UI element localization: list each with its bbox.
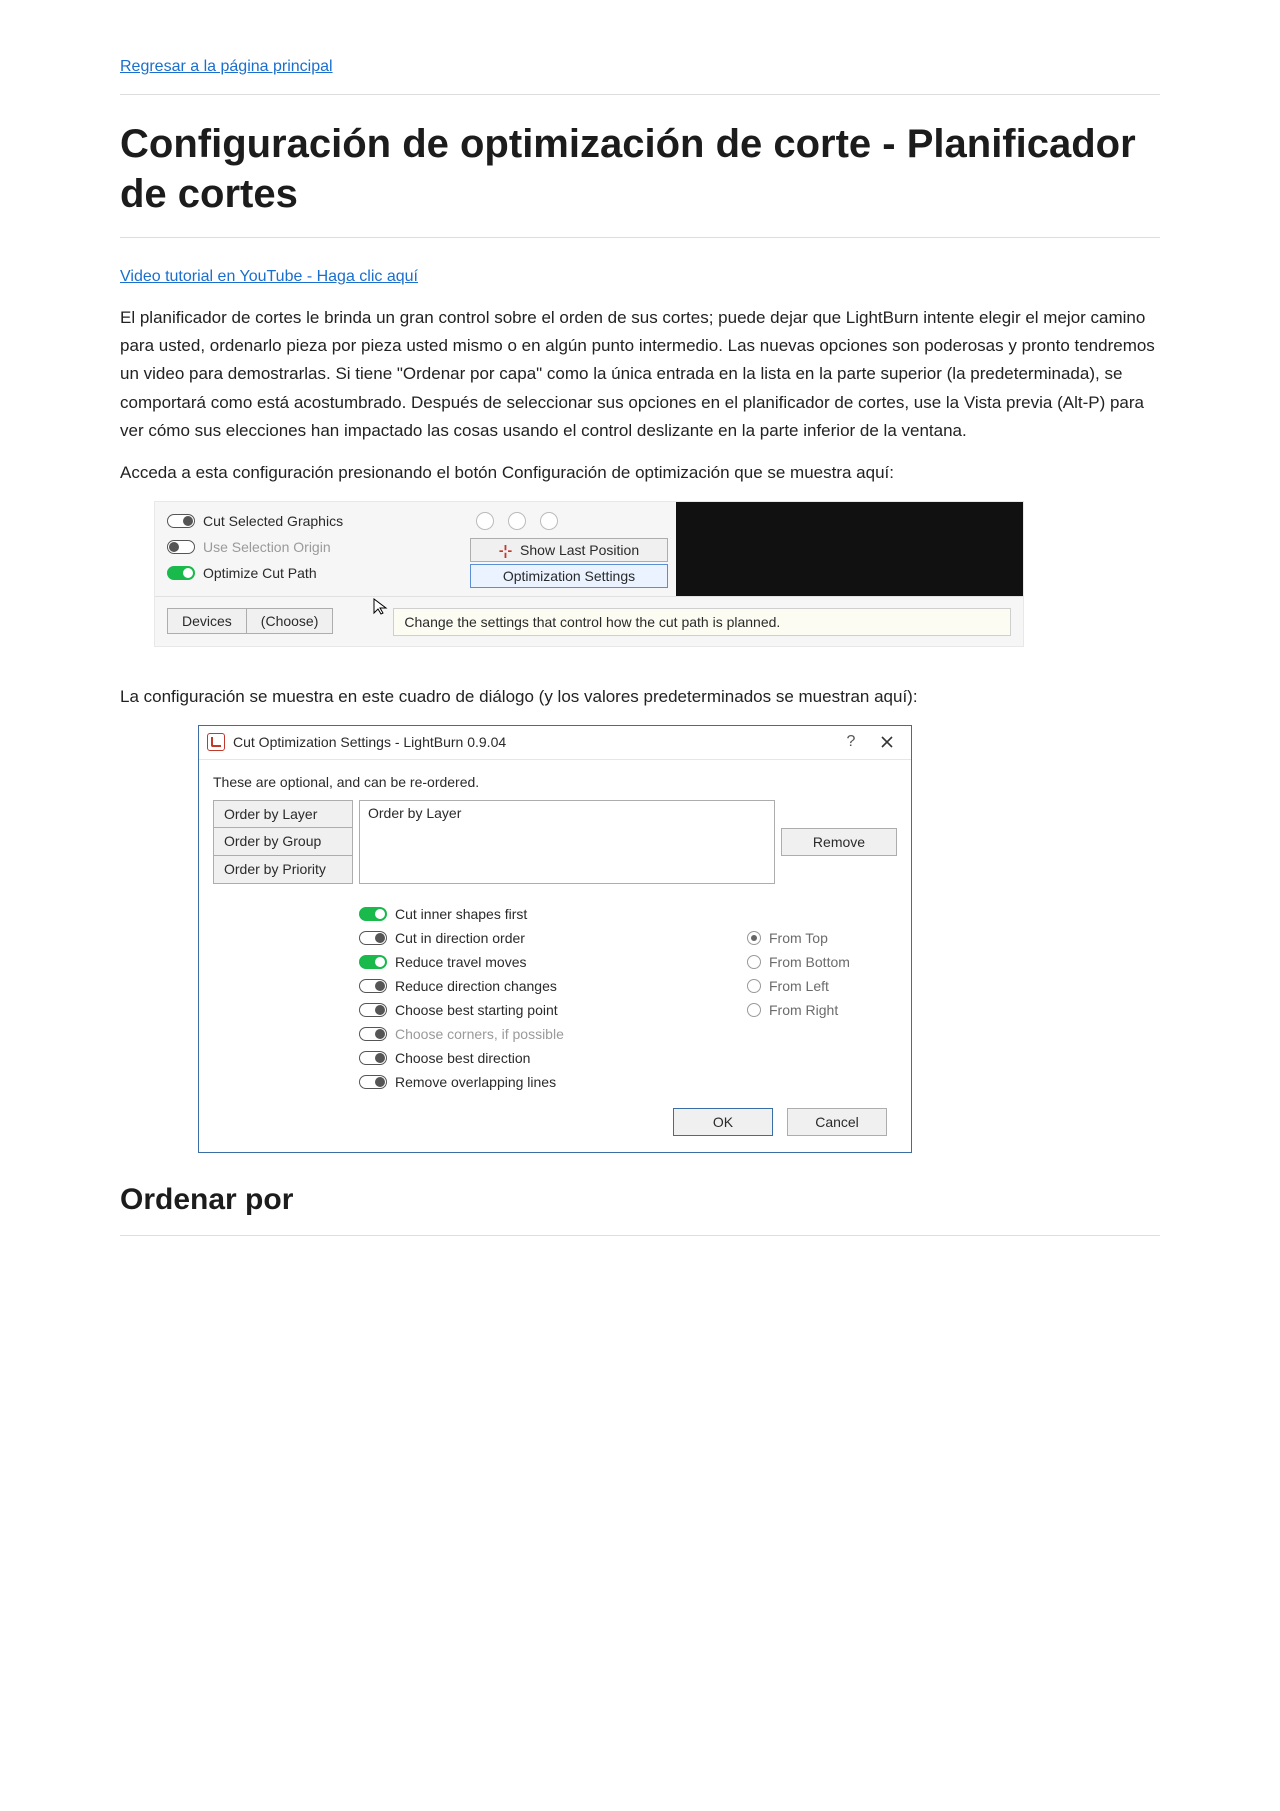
radio-label: From Left bbox=[769, 978, 829, 994]
toggle-option-2[interactable] bbox=[359, 955, 387, 969]
show-last-position-button[interactable]: -¦- Show Last Position bbox=[470, 538, 668, 562]
video-tutorial-link[interactable]: Video tutorial en YouTube - Haga clic aq… bbox=[120, 268, 418, 285]
page-title: Configuración de optimización de corte -… bbox=[120, 119, 1160, 219]
option-label: Choose best direction bbox=[395, 1050, 530, 1066]
ok-button[interactable]: OK bbox=[673, 1108, 773, 1136]
option-label: Reduce travel moves bbox=[395, 954, 527, 970]
divider bbox=[120, 94, 1160, 95]
intro-paragraph: El planificador de cortes le brinda un g… bbox=[120, 304, 1160, 444]
divider bbox=[120, 237, 1160, 238]
show-last-position-label: Show Last Position bbox=[520, 542, 639, 558]
origin-bubble[interactable] bbox=[540, 512, 558, 530]
radio-label: From Top bbox=[769, 930, 828, 946]
help-button[interactable]: ? bbox=[837, 728, 865, 756]
toggle-use-selection-origin[interactable] bbox=[167, 540, 195, 554]
option-label: Cut inner shapes first bbox=[395, 906, 527, 922]
order-by-group-button[interactable]: Order by Group bbox=[213, 828, 353, 856]
cut-optimization-dialog: Cut Optimization Settings - LightBurn 0.… bbox=[198, 725, 912, 1153]
dialog-hint-text: La configuración se muestra en este cuad… bbox=[120, 683, 1160, 711]
origin-bubble[interactable] bbox=[508, 512, 526, 530]
toggle-option-4[interactable] bbox=[359, 1003, 387, 1017]
app-icon bbox=[207, 733, 225, 751]
remove-button[interactable]: Remove bbox=[781, 828, 897, 856]
option-label: Remove overlapping lines bbox=[395, 1074, 556, 1090]
radio-direction-2[interactable] bbox=[747, 979, 761, 993]
label-optimize-cut-path: Optimize Cut Path bbox=[203, 565, 317, 581]
access-hint: Acceda a esta configuración presionando … bbox=[120, 459, 1160, 487]
close-button[interactable] bbox=[873, 728, 901, 756]
dialog-subtitle: These are optional, and can be re-ordere… bbox=[213, 774, 897, 790]
order-by-layer-button[interactable]: Order by Layer bbox=[213, 800, 353, 828]
preview-area bbox=[676, 502, 1023, 596]
toggle-option-1[interactable] bbox=[359, 931, 387, 945]
order-list-item[interactable]: Order by Layer bbox=[368, 805, 766, 821]
optimization-settings-button[interactable]: Optimization Settings bbox=[470, 564, 668, 588]
order-by-priority-button[interactable]: Order by Priority bbox=[213, 856, 353, 884]
toggle-option-5 bbox=[359, 1027, 387, 1041]
toggle-optimize-cut-path[interactable] bbox=[167, 566, 195, 580]
toggle-option-6[interactable] bbox=[359, 1051, 387, 1065]
origin-bubble[interactable] bbox=[476, 512, 494, 530]
option-label: Choose best starting point bbox=[395, 1002, 558, 1018]
devices-button[interactable]: Devices bbox=[167, 608, 247, 634]
radio-direction-1[interactable] bbox=[747, 955, 761, 969]
cancel-button[interactable]: Cancel bbox=[787, 1108, 887, 1136]
optimization-settings-label: Optimization Settings bbox=[503, 568, 635, 584]
section-order-by: Ordenar por bbox=[120, 1183, 1160, 1217]
order-list[interactable]: Order by Layer bbox=[359, 800, 775, 884]
laser-panel-screenshot: Cut Selected Graphics Use Selection Orig… bbox=[154, 501, 1024, 647]
option-label: Choose corners, if possible bbox=[395, 1026, 564, 1042]
choose-device-button[interactable]: (Choose) bbox=[247, 608, 334, 634]
dialog-title: Cut Optimization Settings - LightBurn 0.… bbox=[233, 734, 829, 750]
crosshair-icon: -¦- bbox=[499, 542, 512, 558]
back-link[interactable]: Regresar a la página principal bbox=[120, 58, 333, 75]
toggle-cut-selected-graphics[interactable] bbox=[167, 514, 195, 528]
label-cut-selected-graphics: Cut Selected Graphics bbox=[203, 513, 343, 529]
tooltip-text: Change the settings that control how the… bbox=[404, 614, 780, 630]
toggle-option-7[interactable] bbox=[359, 1075, 387, 1089]
tooltip: Change the settings that control how the… bbox=[393, 608, 1011, 636]
cursor-icon bbox=[372, 597, 390, 623]
radio-label: From Right bbox=[769, 1002, 838, 1018]
radio-label: From Bottom bbox=[769, 954, 850, 970]
option-label: Reduce direction changes bbox=[395, 978, 557, 994]
toggle-option-0[interactable] bbox=[359, 907, 387, 921]
radio-direction-3[interactable] bbox=[747, 1003, 761, 1017]
label-use-selection-origin: Use Selection Origin bbox=[203, 539, 331, 555]
radio-direction-0[interactable] bbox=[747, 931, 761, 945]
divider bbox=[120, 1235, 1160, 1236]
toggle-option-3[interactable] bbox=[359, 979, 387, 993]
option-label: Cut in direction order bbox=[395, 930, 525, 946]
